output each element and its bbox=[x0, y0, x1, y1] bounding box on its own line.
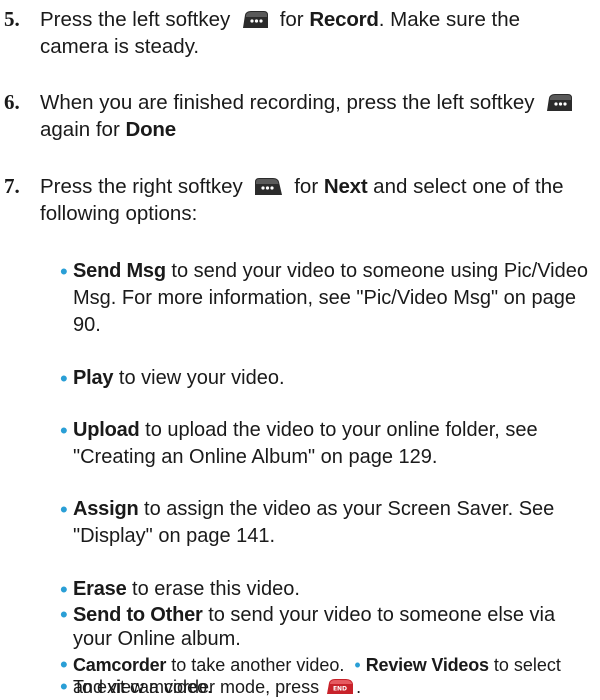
bullet-icon: • bbox=[354, 655, 361, 675]
step-keyword: Done bbox=[125, 118, 176, 141]
list-item: • Assign to assign the video as your Scr… bbox=[60, 496, 590, 550]
step-5: 5. Press the left softkey for Record. Ma… bbox=[0, 6, 590, 60]
option-name: Review Videos bbox=[365, 655, 489, 675]
list-item-text: Play to view your video. bbox=[73, 365, 590, 392]
option-description: to view your video. bbox=[113, 367, 285, 389]
option-description: to erase this video. bbox=[126, 578, 300, 600]
step-6: 6. When you are finished recording, pres… bbox=[0, 89, 590, 143]
bullet-icon: • bbox=[60, 366, 68, 391]
option-name: Send to Other bbox=[73, 604, 203, 626]
list-item: • Erase to erase this video. bbox=[60, 576, 590, 603]
option-name: Play bbox=[73, 367, 114, 389]
list-item: • Upload to upload the video to your onl… bbox=[60, 417, 590, 471]
list-item: • Play to view your video. bbox=[60, 365, 590, 392]
left-softkey-icon bbox=[544, 92, 574, 112]
list-item-text: Erase to erase this video. bbox=[73, 576, 590, 603]
step-text-part: Press the left softkey bbox=[40, 8, 231, 31]
bullet-icon: • bbox=[60, 652, 68, 677]
step-7: 7. Press the right softkey for Next and … bbox=[0, 173, 590, 227]
option-description: to upload the video to your online folde… bbox=[73, 419, 538, 468]
bullet-icon: • bbox=[60, 259, 68, 284]
bullet-icon: • bbox=[60, 418, 68, 443]
option-name: Upload bbox=[73, 419, 140, 441]
option-name: Erase bbox=[73, 578, 127, 600]
option-description: to assign the video as your Screen Saver… bbox=[73, 498, 555, 547]
bullet-icon: • bbox=[60, 602, 68, 627]
step-text: Press the left softkey for Record. Make … bbox=[40, 6, 590, 60]
step-text: Press the right softkey for Next and sel… bbox=[40, 173, 590, 227]
right-softkey-icon bbox=[253, 176, 285, 196]
bullet-icon: • bbox=[60, 674, 68, 699]
bullet-icon: • bbox=[60, 577, 68, 602]
list-item-text: Assign to assign the video as your Scree… bbox=[73, 496, 590, 550]
list-item-text: Send to Other to send your video to some… bbox=[73, 603, 590, 651]
step-text-part: When you are finished recording, press t… bbox=[40, 91, 535, 114]
list-item-text: Send Msg to send your video to someone u… bbox=[73, 258, 590, 339]
end-key-icon: END bbox=[326, 678, 354, 695]
step-text-part: again for bbox=[40, 118, 126, 141]
list-item: • Send to Other to send your video to so… bbox=[60, 603, 590, 651]
exit-period: . bbox=[356, 677, 362, 697]
step-number: 5. bbox=[4, 7, 20, 31]
option-name: Camcorder bbox=[73, 655, 167, 675]
left-softkey-icon bbox=[240, 9, 270, 29]
step-number: 7. bbox=[4, 174, 20, 198]
bullet-icon: • bbox=[60, 497, 68, 522]
step-keyword: Next bbox=[323, 175, 368, 198]
option-name: Assign bbox=[73, 498, 139, 520]
svg-text:END: END bbox=[333, 686, 347, 693]
option-name: Send Msg bbox=[73, 260, 166, 282]
list-item-text: To exit camcorder mode, press END . bbox=[73, 676, 590, 698]
step-text-part: for bbox=[279, 8, 310, 31]
list-item-exit: • To exit camcorder mode, press END . bbox=[60, 676, 590, 698]
step-keyword: Record bbox=[309, 8, 379, 31]
option-description: to take another video. bbox=[166, 655, 345, 675]
step-number: 6. bbox=[4, 90, 20, 114]
exit-instruction: To exit camcorder mode, press bbox=[73, 677, 320, 697]
list-item-text: Upload to upload the video to your onlin… bbox=[73, 417, 590, 471]
manual-page: 5. Press the left softkey for Record. Ma… bbox=[0, 0, 600, 700]
list-item: • Send Msg to send your video to someone… bbox=[60, 258, 590, 339]
step-text-part: Press the right softkey bbox=[40, 175, 243, 198]
step-text-part: for bbox=[294, 175, 324, 198]
step-text: When you are finished recording, press t… bbox=[40, 89, 590, 143]
